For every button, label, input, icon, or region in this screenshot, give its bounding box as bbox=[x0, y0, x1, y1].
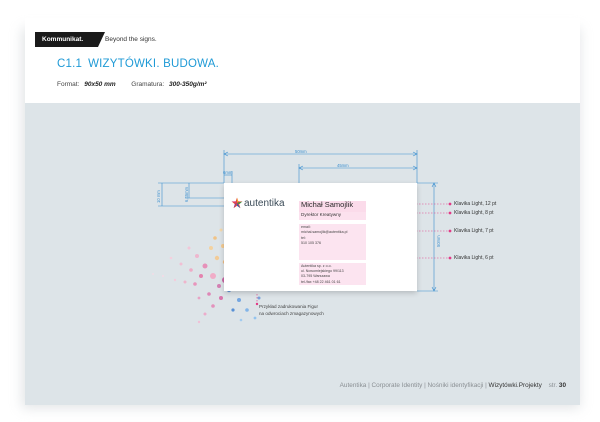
height-dimension bbox=[417, 182, 438, 292]
callout-line: na odwrociach zmagazynowych bbox=[259, 311, 324, 316]
dim-label-top-margin: 10 mm bbox=[156, 190, 161, 203]
card-logo-text: autentika bbox=[244, 198, 285, 209]
card-contact: email: michal.samojlik@autentika.pl tel:… bbox=[301, 225, 347, 246]
contact-line: 510 105 376 bbox=[301, 240, 321, 245]
business-card: autentika Michał Samojlik Dyrektor Kreat… bbox=[224, 183, 417, 291]
page-number: str. 30 bbox=[549, 382, 566, 389]
dim-label-height: 50mm bbox=[436, 235, 441, 247]
dim-label-logo-offset: 6,45mm bbox=[184, 186, 189, 202]
address-line: tel./fax +48 22 461 01 61 bbox=[301, 279, 341, 284]
page-footer: Autentika | Corporate Identity | Nośniki… bbox=[340, 382, 566, 389]
dim-label-text-width: 45mm bbox=[337, 163, 349, 168]
width-dimension bbox=[223, 150, 418, 183]
font-spec-address: Klavika Light, 6 pt bbox=[454, 255, 494, 261]
font-spec-name: Klavika Light, 12 pt bbox=[454, 201, 497, 207]
page-number-value: 30 bbox=[558, 382, 566, 389]
font-spec-contact: Klavika Light, 7 pt bbox=[454, 228, 494, 234]
footer-current-section: Wizytówki.Projekty bbox=[488, 382, 542, 389]
dim-label-left-margin: 6mm bbox=[223, 170, 233, 175]
dim-label-width: 50mm bbox=[295, 149, 307, 154]
footer-breadcrumb: Autentika | Corporate Identity | Nośniki… bbox=[339, 382, 487, 389]
card-person-title: Dyrektor Kreatywny bbox=[301, 212, 342, 217]
guideline-page: Kommunikat. Beyond the signs. C1.1 WIZYTÓ… bbox=[25, 18, 580, 405]
callout-line: Przykład zadrukowania Figur bbox=[259, 304, 318, 309]
font-spec-title: Klavika Light, 8 pt bbox=[454, 210, 494, 216]
card-address: Autentika sp. z o.o. ul. Nowomiejskiego … bbox=[301, 264, 344, 285]
page-label: str. bbox=[548, 382, 558, 389]
contact-line: michal.samojlik@autentika.pl bbox=[301, 230, 348, 235]
card-person-name: Michał Samojlik bbox=[301, 200, 354, 209]
autentika-star-icon bbox=[231, 197, 243, 209]
pattern-callout: Przykład zadrukowania Figur na odwrociac… bbox=[259, 303, 324, 317]
